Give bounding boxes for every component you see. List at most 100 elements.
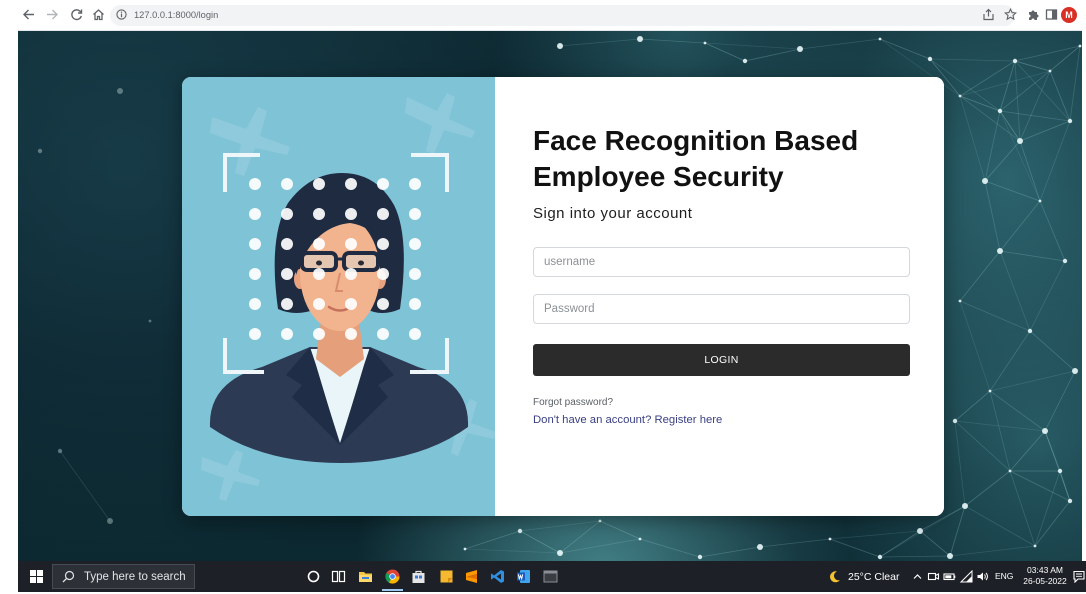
network-node (917, 528, 923, 534)
network-node (958, 299, 962, 303)
search-icon (62, 570, 75, 583)
network-node (797, 46, 803, 52)
network-icon[interactable] (960, 570, 973, 583)
recognition-dot (345, 268, 357, 280)
login-button[interactable]: LOGIN (533, 344, 910, 376)
recognition-dot (249, 238, 261, 250)
network-link (1034, 500, 1071, 547)
network-node (117, 88, 123, 94)
battery-icon[interactable] (943, 570, 956, 583)
word-icon[interactable] (516, 569, 531, 584)
system-clock[interactable]: 03:43 AM 26-05-2022 (1021, 565, 1069, 587)
recognition-dot (313, 208, 325, 220)
network-link (1034, 470, 1061, 547)
network-node (697, 554, 703, 560)
title-line-2: Employee Security (533, 161, 784, 192)
sticky-notes-icon[interactable] (439, 569, 454, 584)
task-view-icon[interactable] (331, 569, 346, 584)
notification-icon[interactable] (1073, 570, 1085, 583)
network-link (964, 470, 1011, 507)
forgot-password-link[interactable]: Forgot password? (533, 397, 613, 409)
username-input[interactable] (533, 247, 910, 277)
network-link (699, 546, 761, 558)
network-link (959, 95, 1001, 112)
network-link (879, 555, 951, 558)
network-link (1044, 370, 1076, 432)
login-form-panel: Face Recognition Based Employee Security… (495, 77, 944, 516)
store-icon[interactable] (411, 569, 426, 584)
sublime-text-icon[interactable] (464, 569, 479, 584)
network-link (999, 250, 1066, 262)
network-link (1044, 430, 1061, 472)
network-node (1012, 58, 1018, 64)
recognition-dot (281, 238, 293, 250)
network-node (637, 36, 643, 42)
password-input[interactable] (533, 294, 910, 324)
vs-code-icon[interactable] (490, 569, 505, 584)
network-node (988, 389, 992, 393)
network-link (464, 530, 521, 550)
file-explorer-icon[interactable] (358, 569, 373, 584)
network-node (1078, 44, 1082, 48)
title-line-1: Face Recognition Based (533, 125, 859, 156)
profile-avatar[interactable]: M (1061, 7, 1077, 23)
network-node (1067, 118, 1073, 124)
network-link (964, 505, 1036, 547)
cortana-icon[interactable] (306, 569, 321, 584)
network-node (877, 554, 883, 560)
network-link (989, 370, 1076, 392)
network-node (982, 178, 988, 184)
network-link (1039, 120, 1071, 202)
network-node (148, 319, 152, 323)
recognition-dot (377, 298, 389, 310)
network-link (1014, 60, 1021, 142)
back-arrow-icon[interactable] (22, 8, 35, 21)
reload-icon[interactable] (70, 8, 83, 21)
meet-now-icon[interactable] (927, 570, 940, 583)
terminal-icon[interactable] (543, 569, 558, 584)
network-node (997, 248, 1003, 254)
frame-corner-bottom-left (223, 338, 264, 374)
network-link (959, 70, 1051, 97)
recognition-dot (409, 178, 421, 190)
network-node (638, 537, 642, 541)
network-link (984, 110, 1001, 182)
extensions-icon[interactable] (1027, 8, 1040, 21)
address-bar[interactable] (110, 5, 1015, 26)
recognition-dot (249, 298, 261, 310)
recognition-dot (249, 328, 261, 340)
recognition-dot (249, 178, 261, 190)
network-node (962, 503, 968, 509)
recognition-dot (313, 238, 325, 250)
network-link (519, 520, 601, 532)
network-node (1033, 544, 1037, 548)
volume-icon[interactable] (976, 570, 989, 583)
chrome-icon[interactable] (385, 569, 400, 584)
home-icon[interactable] (92, 8, 105, 21)
network-node (1027, 328, 1033, 334)
windows-start-icon[interactable] (30, 570, 43, 583)
input-language[interactable]: ENG (995, 571, 1013, 582)
chevron-up-icon[interactable] (912, 571, 923, 582)
taskbar-search-box[interactable]: Type here to search (52, 564, 195, 589)
weather-text[interactable]: 25°C Clear (848, 571, 899, 583)
share-icon[interactable] (982, 8, 995, 21)
network-link (1009, 430, 1046, 472)
network-link (1009, 470, 1036, 547)
site-info-icon[interactable] (116, 9, 127, 20)
network-node (947, 553, 953, 559)
side-panel-icon[interactable] (1045, 8, 1058, 21)
network-link (1029, 260, 1066, 332)
network-node (517, 528, 523, 534)
recognition-dot (409, 238, 421, 250)
register-link[interactable]: Don't have an account? Register here (533, 413, 722, 427)
network-link (1019, 140, 1041, 202)
bookmark-star-icon[interactable] (1004, 8, 1017, 21)
url-text[interactable]: 127.0.0.1:8000/login (134, 9, 218, 21)
network-link (929, 58, 1016, 62)
weather-moon-icon[interactable] (828, 570, 841, 583)
network-link (559, 38, 641, 47)
forward-arrow-icon[interactable] (46, 8, 59, 21)
sign-in-subtitle: Sign into your account (533, 205, 693, 222)
network-link (954, 420, 1011, 472)
